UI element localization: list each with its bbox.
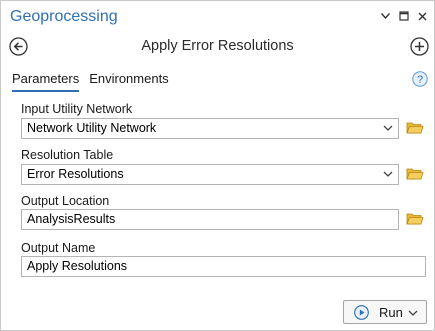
pane-options-button[interactable] [377,7,393,25]
browse-resolution-table-button[interactable] [406,166,424,182]
help-button[interactable]: ? [412,71,428,87]
play-icon [354,305,369,320]
add-icon [410,37,429,56]
folder-icon [406,168,424,180]
tool-header: Apply Error Resolutions [1,33,434,61]
input-utility-network-label: Input Utility Network [21,102,133,116]
output-location-input[interactable]: AnalysisResults [21,209,399,230]
tab-strip: Parameters Environments [12,70,179,92]
restore-window-icon [399,11,409,21]
chevron-down-icon [380,13,390,19]
output-name-input[interactable]: Apply Resolutions [21,256,426,277]
chevron-down-icon [383,125,393,131]
folder-icon [406,213,424,225]
pane-title: Geoprocessing [10,8,118,25]
title-bar: Geoprocessing [1,1,434,33]
chevron-down-icon [408,310,418,316]
input-utility-network-value: Network Utility Network [27,121,157,135]
browse-output-location-button[interactable] [406,211,424,227]
chevron-down-icon [383,171,393,177]
output-name-label: Output Name [21,241,96,255]
restore-window-button[interactable] [396,7,412,25]
help-icon: ? [412,71,428,87]
output-location-label: Output Location [21,194,110,208]
tool-title: Apply Error Resolutions [141,38,294,54]
tab-environments[interactable]: Environments [89,70,168,92]
add-button[interactable] [410,37,429,56]
run-button[interactable]: Run [343,300,427,324]
resolution-table-value: Error Resolutions [27,167,124,181]
output-location-value: AnalysisResults [27,212,116,226]
close-icon [418,12,426,20]
input-utility-network-dropdown[interactable]: Network Utility Network [21,118,399,139]
folder-icon [406,122,424,134]
svg-text:?: ? [417,74,423,86]
geoprocessing-pane: Geoprocessing Apply Error Resolutions Pa… [0,0,435,331]
resolution-table-label: Resolution Table [21,148,114,162]
run-button-label: Run [379,305,403,320]
tab-parameters[interactable]: Parameters [12,70,80,92]
resolution-table-dropdown[interactable]: Error Resolutions [21,164,399,185]
close-pane-button[interactable] [414,7,430,25]
browse-input-network-button[interactable] [406,120,424,136]
output-name-value: Apply Resolutions [27,259,128,273]
